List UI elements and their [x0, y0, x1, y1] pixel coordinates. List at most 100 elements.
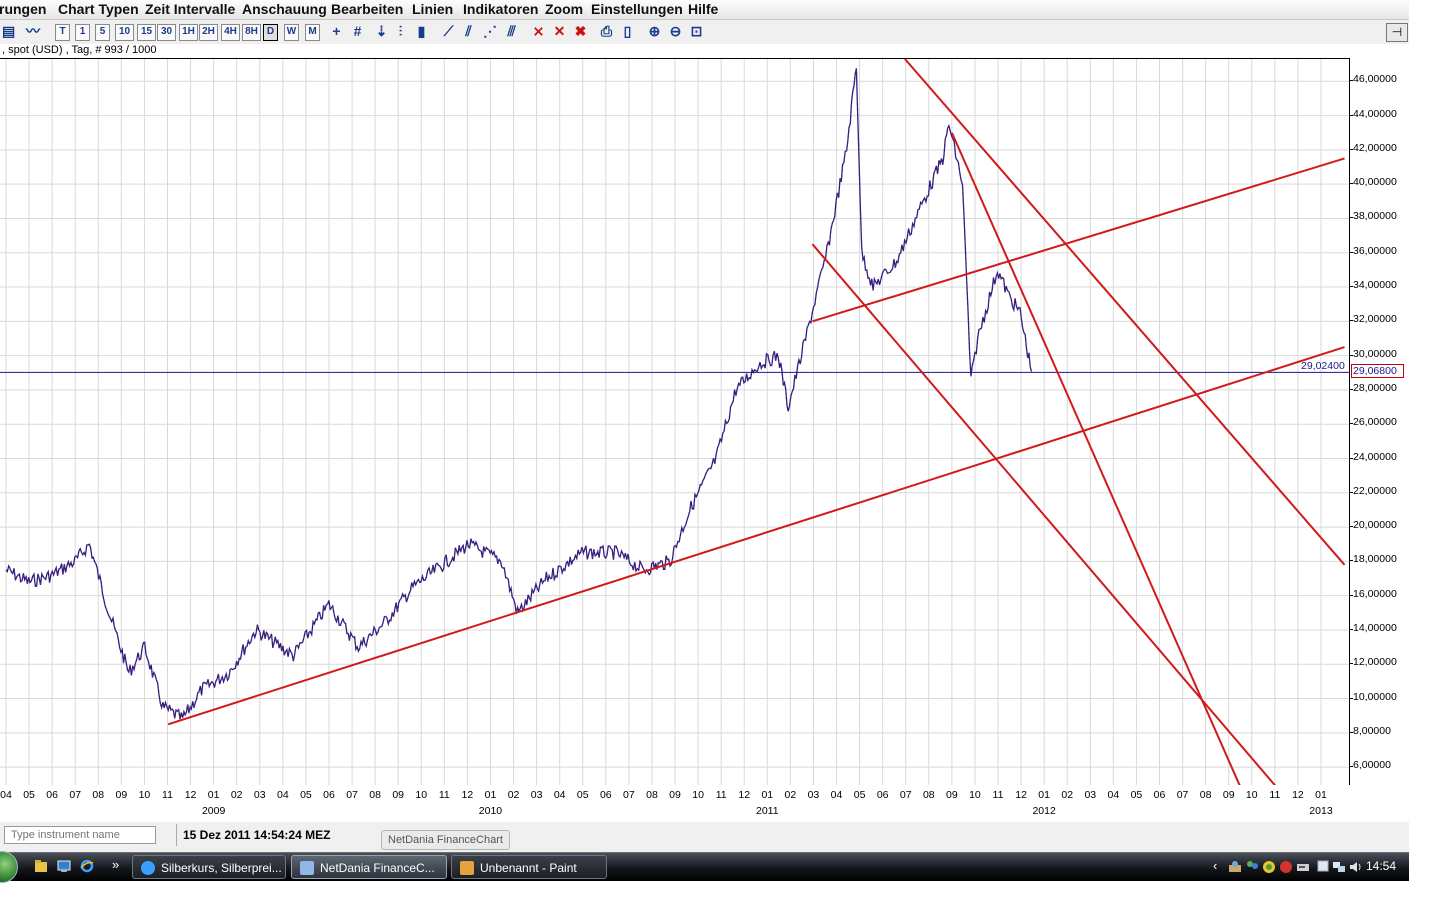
- taskbar-button-label: NetDania FinanceC...: [320, 861, 435, 875]
- table-icon[interactable]: ▤: [2, 24, 15, 39]
- interval-button-10[interactable]: 10: [115, 24, 134, 41]
- instrument-info-text: , spot (USD) , Tag, # 993 / 1000: [2, 44, 157, 56]
- delete-line-icon[interactable]: ⨯: [532, 24, 545, 39]
- trendline-5[interactable]: [904, 59, 1346, 566]
- network-share-icon[interactable]: [1228, 860, 1242, 874]
- ohlc-icon[interactable]: ⫶: [394, 24, 407, 39]
- menu-hilfe[interactable]: Hilfe: [688, 1, 718, 17]
- menu-rungen[interactable]: rungen: [0, 1, 46, 17]
- zoom-out-icon[interactable]: ⊖: [669, 24, 682, 39]
- y-tick-label: 10,00000: [1353, 690, 1397, 703]
- menu-zoom[interactable]: Zoom: [545, 1, 583, 17]
- dock-button[interactable]: ⊣: [1386, 23, 1408, 42]
- price-series: [5, 68, 1033, 720]
- candle-icon[interactable]: ▮: [415, 24, 428, 39]
- x-tick-label: 05: [576, 789, 589, 801]
- menu-einstellungen[interactable]: Einstellungen: [591, 1, 683, 17]
- x-tick-label: 02: [230, 789, 243, 801]
- x-tick-label: 05: [23, 789, 35, 801]
- interval-button-8h[interactable]: 8H: [242, 24, 261, 41]
- x-tick-label: 06: [876, 789, 889, 801]
- delete-icon[interactable]: ✕: [553, 24, 566, 39]
- show-desktop-icon[interactable]: [57, 859, 71, 873]
- time-axis[interactable]: 04 05 06 07 08 09 10 11 12 01 02 03 04 05 06 07 08 09 10 11…: [0, 785, 1350, 821]
- zoom-in-icon[interactable]: ⊕: [648, 24, 661, 39]
- y-tick-label: 34,00000: [1353, 279, 1397, 292]
- x-tick-label: 01: [1315, 789, 1327, 801]
- network-icon[interactable]: [1332, 860, 1346, 874]
- zoom-reset-icon[interactable]: ⊡: [690, 24, 703, 39]
- interval-button-t[interactable]: T: [55, 24, 70, 41]
- internet-explorer-icon[interactable]: [80, 859, 94, 873]
- y-tick-label: 18,00000: [1353, 553, 1397, 566]
- interval-button-w[interactable]: W: [284, 24, 299, 41]
- instrument-search-input[interactable]: [4, 826, 156, 844]
- y-tick-label: 14,00000: [1353, 621, 1397, 634]
- folder-icon[interactable]: [34, 859, 48, 873]
- y-tick-label: 40,00000: [1353, 176, 1397, 189]
- x-tick-label: 11: [992, 789, 1004, 801]
- interval-button-m[interactable]: M: [305, 24, 320, 41]
- x-tick-label: 12: [1292, 789, 1304, 801]
- x-tick-label: 06: [1153, 789, 1166, 801]
- taskbar-button[interactable]: NetDania FinanceC...: [291, 855, 447, 879]
- interval-button-d[interactable]: D: [263, 24, 278, 41]
- x-tick-label: 07: [69, 789, 82, 801]
- interval-button-4h[interactable]: 4H: [221, 24, 240, 41]
- menu-chart-typen[interactable]: Chart Typen: [58, 1, 139, 17]
- start-button[interactable]: [0, 851, 18, 883]
- interval-button-5[interactable]: 5: [95, 24, 110, 41]
- menu-zeit-intervalle[interactable]: Zeit Intervalle: [145, 1, 235, 17]
- grid-icon[interactable]: #: [351, 24, 364, 39]
- x-tick-label: 10: [692, 789, 704, 801]
- interval-button-30[interactable]: 30: [157, 24, 176, 41]
- taskbar-button-label: Unbenannt - Paint: [480, 861, 577, 875]
- security-icon[interactable]: [1262, 860, 1276, 874]
- x-tick-label: 09: [392, 789, 405, 801]
- price-axis[interactable]: 46,00000 44,00000 42,00000 40,00000 38,00000…: [1350, 58, 1409, 785]
- channel-icon[interactable]: ⫻: [505, 24, 518, 39]
- x-tick-label: 09: [946, 789, 958, 801]
- trendline-icon[interactable]: ⟋: [442, 24, 455, 39]
- menu-anschauung[interactable]: Anschauung: [242, 1, 327, 17]
- chart-svg[interactable]: [0, 59, 1350, 785]
- people-icon[interactable]: [1245, 860, 1259, 874]
- arrow-down-icon[interactable]: ⇣: [375, 24, 388, 39]
- y-tick-label: 24,00000: [1353, 450, 1397, 463]
- fan-lines-icon[interactable]: ⋰: [483, 24, 497, 39]
- interval-button-1[interactable]: 1: [75, 24, 90, 41]
- print-preview-icon[interactable]: ▯: [621, 24, 634, 39]
- monitor-icon[interactable]: [1316, 860, 1330, 874]
- y-tick-label: 46,00000: [1353, 73, 1397, 86]
- x-tick-label: 11: [715, 789, 727, 801]
- menu-indikatoren[interactable]: Indikatoren: [463, 1, 538, 17]
- chart-app-icon: [300, 861, 314, 875]
- interval-button-15[interactable]: 15: [137, 24, 156, 41]
- app-tray-icon[interactable]: [1279, 860, 1293, 874]
- trendline-2[interactable]: [812, 157, 1345, 323]
- menu-linien[interactable]: Linien: [412, 1, 453, 17]
- x-tick-label: 12: [738, 789, 751, 801]
- delete-all-icon[interactable]: ✖: [574, 24, 587, 39]
- x-tick-label: 12: [1015, 789, 1027, 801]
- x-tick-label: 12: [461, 789, 474, 801]
- line-chart-icon[interactable]: 〰: [26, 24, 40, 39]
- print-icon[interactable]: ⎙: [600, 24, 613, 39]
- chart-plot-area[interactable]: [0, 58, 1350, 785]
- taskbar-button[interactable]: Unbenannt - Paint: [451, 855, 607, 879]
- y-tick-label: 44,00000: [1353, 107, 1397, 120]
- interval-button-2h[interactable]: 2H: [199, 24, 218, 41]
- tray-expand-icon[interactable]: ‹: [1213, 858, 1217, 873]
- drive-icon[interactable]: [1296, 860, 1310, 874]
- parallel-lines-icon[interactable]: ⫽: [462, 24, 475, 39]
- menu-bearbeiten[interactable]: Bearbeiten: [331, 1, 403, 17]
- x-tick-label: 03: [1084, 789, 1097, 801]
- interval-button-1h[interactable]: 1H: [179, 24, 198, 41]
- trendline-1[interactable]: [167, 346, 1345, 726]
- volume-icon[interactable]: [1348, 860, 1362, 874]
- crosshair-icon[interactable]: +: [330, 24, 343, 39]
- more-quicklaunch-icon[interactable]: »: [112, 857, 119, 872]
- taskbar-button[interactable]: Silberkurs, Silberprei...: [132, 855, 286, 879]
- y-tick-label: 6,00000: [1353, 759, 1391, 772]
- x-tick-label: 01: [484, 789, 497, 801]
